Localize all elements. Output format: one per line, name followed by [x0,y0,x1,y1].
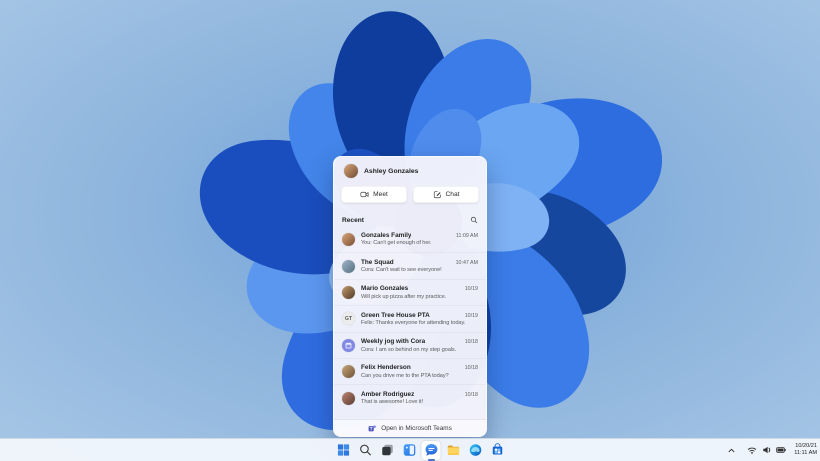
task-view-icon [380,443,394,457]
user-name: Ashley Gonzales [364,167,419,175]
taskbar-item-task-view[interactable] [378,441,397,460]
meet-button-label: Meet [373,191,388,198]
search-icon[interactable] [470,216,478,224]
conversation-timestamp: 10:47 AM [455,259,478,266]
conversation-name: Green Tree House PTA [361,311,430,319]
conversation-preview: Felix: Thanks everyone for attending tod… [361,320,466,327]
wifi-icon[interactable] [746,445,757,456]
recent-header: Recent [334,210,486,226]
conversation-preview: That is awesome! Love it! [361,399,423,406]
conversation-row[interactable]: Amber Rodriguez 10/18 That is awesome! Lov… [334,384,486,410]
conversation-text: Felix Henderson 10/18 Can you drive me to … [361,364,478,379]
avatar-initials: GT [344,315,353,322]
calendar-avatar [342,338,355,352]
flyout-header: Ashley Gonzales [334,157,486,182]
conversation-name: Amber Rodriguez [361,390,415,398]
search-icon [358,443,372,457]
system-tray: 10/20/21 11:11 AM [726,439,817,461]
conversation-name: Mario Gonzales [361,285,409,293]
conversation-row[interactable]: Weekly jog with Cora 10/18 Cora: I am so b… [334,332,486,358]
conversation-row[interactable]: GT Green Tree House PTA 10/19 Felix: Thanks… [334,305,486,331]
conversation-text: Amber Rodriguez 10/18 That is awesome! Lov… [361,391,478,406]
conversation-row[interactable]: Mario Gonzales 10/19 Will pick up pizza af… [334,279,486,305]
initials-avatar: GT [342,312,355,326]
conversation-timestamp: 10/18 [464,391,478,398]
conversation-text: Mario Gonzales 10/19 Will pick up pizza af… [361,285,478,300]
conversation-text: Gonzales Family 11:09 AM You: Can't get en… [361,232,478,247]
conversation-name: Gonzales Family [361,231,412,239]
conversation-preview: Will pick up pizza after my practice. [361,293,447,300]
taskbar-item-file-explorer[interactable] [444,441,463,460]
conversation-name: Felix Henderson [361,364,411,372]
conversation-list: Gonzales Family 11:09 AM You: Can't get en… [334,226,486,419]
conversation-timestamp: 10/19 [464,286,478,293]
conversation-preview: Cora: Can't wait to see everyone! [361,267,442,274]
taskbar-clock[interactable]: 10/20/21 11:11 AM [794,443,817,456]
conversation-timestamp: 10/18 [464,339,478,345]
person-photo-avatar [342,365,355,379]
windows-start-icon [336,443,350,457]
taskbar-item-widgets[interactable] [400,441,419,460]
family-photo-avatar [342,232,355,246]
video-camera-icon [360,191,369,198]
file-explorer-icon [446,443,460,457]
conversation-row[interactable]: Felix Henderson 10/18 Can you drive me to … [334,358,486,384]
taskbar-item-store[interactable] [488,441,507,460]
taskbar: 10/20/21 11:11 AM [0,438,820,461]
widgets-icon [402,443,416,457]
conversation-name: The Squad [361,258,394,266]
flyout-actions: Meet Chat [334,182,486,210]
taskbar-icons [334,439,507,461]
taskbar-item-search[interactable] [356,441,375,460]
open-in-teams-button[interactable]: Open in Microsoft Teams [334,419,486,436]
recent-label: Recent [342,216,364,224]
conversation-text: Weekly jog with Cora 10/18 Cora: I am so b… [361,338,478,353]
conversation-name: Weekly jog with Cora [361,338,426,345]
conversation-preview: Can you drive me to the PTA today? [361,372,449,379]
conversation-row[interactable]: Gonzales Family 11:09 AM You: Can't get en… [334,226,486,252]
conversation-text: Green Tree House PTA 10/19 Felix: Thanks e… [361,312,478,327]
conversation-timestamp: 10/18 [464,365,478,372]
conversation-timestamp: 10/19 [464,312,478,319]
chat-button-label: Chat [445,191,460,198]
taskbar-item-chat[interactable] [421,440,441,461]
volume-icon[interactable] [761,445,772,456]
person-photo-avatar [342,391,355,405]
taskbar-time: 11:11 AM [794,450,817,456]
open-in-teams-label: Open in Microsoft Teams [381,424,452,432]
chevron-up-icon[interactable] [726,445,737,456]
microsoft-store-icon [490,443,504,457]
person-photo-avatar [342,285,355,299]
meet-button[interactable]: Meet [341,186,407,203]
edge-browser-icon [468,443,482,457]
user-avatar[interactable] [344,164,358,178]
group-photo-avatar [342,259,355,273]
calendar-icon [345,342,352,349]
taskbar-item-edge[interactable] [466,441,485,460]
battery-icon[interactable] [776,445,787,456]
chat-button[interactable]: Chat [413,186,479,203]
teams-logo-icon [368,424,377,431]
conversation-preview: Cora: I am so behind on my step goals. [361,346,457,353]
taskbar-date: 10/20/21 [795,443,817,450]
conversation-text: The Squad 10:47 AM Cora: Can't wait to see… [361,259,478,274]
taskbar-item-start[interactable] [334,441,353,460]
compose-icon [433,191,441,199]
teams-chat-flyout: Ashley Gonzales Meet Chat Recent Gonzale… [333,156,487,437]
desktop: Ashley Gonzales Meet Chat Recent Gonzale… [0,0,820,461]
teams-chat-icon [424,443,438,457]
conversation-preview: You: Can't get enough of her. [361,240,432,247]
conversation-timestamp: 11:09 AM [456,232,478,239]
conversation-row[interactable]: The Squad 10:47 AM Cora: Can't wait to see… [334,252,486,278]
